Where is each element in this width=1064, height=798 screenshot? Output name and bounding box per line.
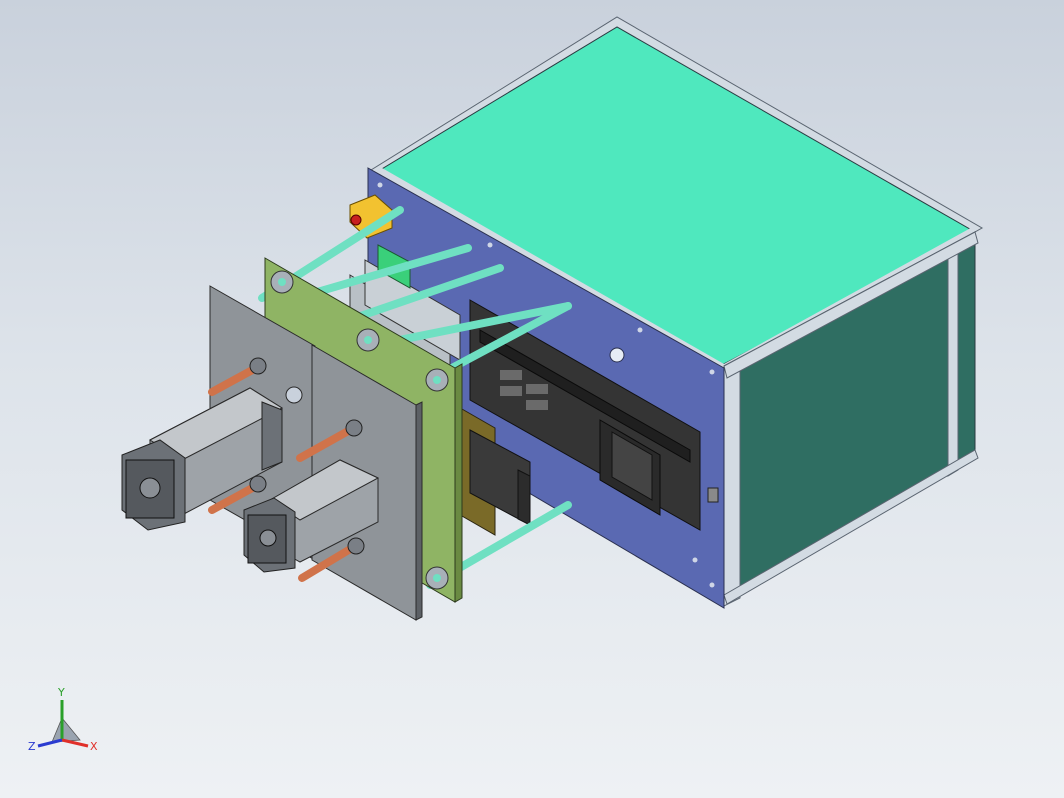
z-axis-icon bbox=[37, 738, 63, 748]
dark-bracket-arm bbox=[517, 469, 531, 526]
front-plate-screw bbox=[709, 582, 715, 588]
cylinder-port bbox=[259, 529, 277, 547]
bushing bbox=[249, 357, 267, 375]
slide-bracket[interactable] bbox=[707, 487, 719, 503]
bushing bbox=[249, 475, 267, 493]
y-axis-label: Y bbox=[57, 686, 65, 699]
flange-hole bbox=[433, 376, 441, 384]
gray-plate-edge bbox=[415, 401, 423, 621]
triad-base-cone bbox=[51, 717, 81, 743]
side-frame-left-post bbox=[723, 357, 741, 607]
green-plate-edge bbox=[454, 363, 463, 603]
front-plate-screw bbox=[377, 182, 383, 188]
cad-model[interactable] bbox=[0, 0, 1064, 798]
flange-hole bbox=[278, 278, 286, 286]
warning-light-button[interactable] bbox=[350, 214, 362, 226]
z-axis-label: Z bbox=[28, 740, 36, 753]
orientation-triad[interactable]: Y X Z bbox=[22, 682, 112, 762]
cylinder-rear-cap bbox=[261, 401, 283, 471]
graphics-viewport[interactable]: Y X Z bbox=[0, 0, 1064, 798]
bushing bbox=[345, 419, 363, 437]
front-plate-hole bbox=[609, 347, 625, 363]
bushing bbox=[347, 537, 365, 555]
gray-plate-hole bbox=[285, 386, 303, 404]
front-plate-screw bbox=[692, 557, 698, 563]
x-axis-icon bbox=[61, 738, 89, 748]
front-plate-screw bbox=[487, 242, 493, 248]
x-axis-label: X bbox=[90, 740, 98, 753]
front-plate-screw bbox=[637, 327, 643, 333]
front-plate-screw bbox=[709, 369, 715, 375]
side-frame-right-post bbox=[947, 242, 959, 477]
flange-hole bbox=[433, 574, 441, 582]
flange-hole bbox=[364, 336, 372, 344]
cylinder-port bbox=[139, 477, 161, 499]
